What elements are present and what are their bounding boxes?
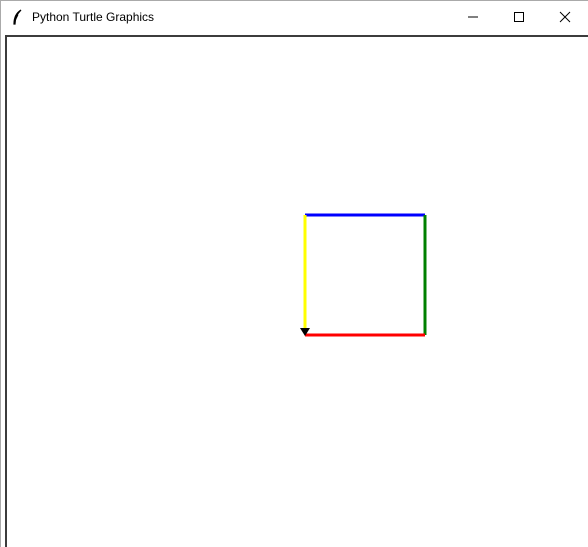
minimize-icon bbox=[468, 16, 478, 17]
close-button[interactable] bbox=[542, 1, 588, 32]
close-icon bbox=[559, 11, 571, 22]
drawing-surface bbox=[300, 213, 427, 337]
turtle-canvas[interactable] bbox=[5, 35, 588, 547]
minimize-button[interactable] bbox=[450, 1, 496, 32]
turtle-window: Python Turtle Graphics bbox=[0, 0, 588, 547]
window-controls bbox=[450, 1, 588, 32]
feather-icon bbox=[13, 8, 22, 25]
maximize-button[interactable] bbox=[496, 1, 542, 32]
maximize-icon bbox=[514, 11, 524, 22]
title-bar[interactable]: Python Turtle Graphics bbox=[1, 1, 588, 32]
window-title: Python Turtle Graphics bbox=[32, 9, 155, 24]
